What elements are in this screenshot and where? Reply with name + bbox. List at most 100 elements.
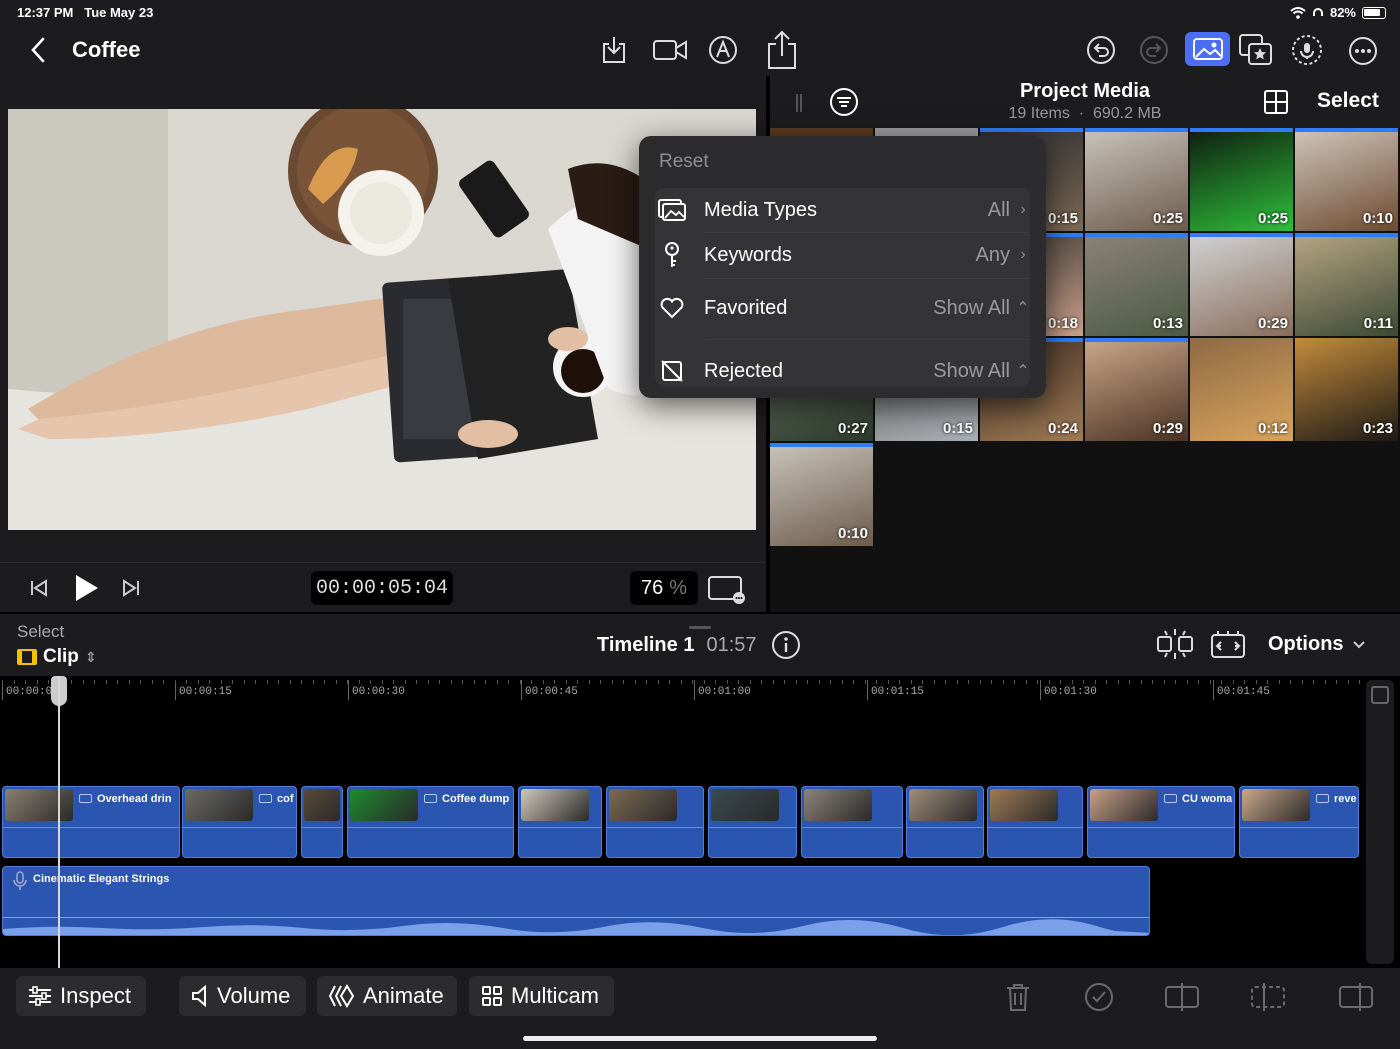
- playhead[interactable]: [58, 676, 60, 968]
- volume-button[interactable]: Volume: [179, 976, 306, 1016]
- skip-back-button[interactable]: [28, 577, 50, 599]
- undo-button[interactable]: [1085, 34, 1117, 66]
- scene-removal-button[interactable]: [1154, 626, 1196, 662]
- timeline-clip[interactable]: CU woma: [1087, 786, 1235, 858]
- markup-button[interactable]: [706, 34, 740, 66]
- back-button[interactable]: [26, 36, 50, 64]
- ruler-minor-tick: [278, 680, 279, 684]
- trim-end-button[interactable]: [1338, 982, 1374, 1017]
- select-button[interactable]: Select: [1317, 89, 1379, 113]
- ruler-minor-tick: [508, 680, 509, 684]
- ruler-minor-tick: [634, 680, 636, 684]
- skip-to-end-icon: [123, 579, 139, 597]
- media-thumbnail[interactable]: 0:12: [1190, 338, 1293, 441]
- import-button[interactable]: [598, 34, 630, 66]
- filter-row-favorited[interactable]: Favorited Show All ⌃: [655, 292, 1030, 324]
- browser-library-button[interactable]: [1236, 32, 1276, 68]
- timeline-duration: 01:57: [706, 634, 757, 656]
- ruler-minor-tick: [1025, 680, 1027, 684]
- more-button[interactable]: [1346, 34, 1380, 68]
- play-button[interactable]: [70, 572, 102, 604]
- media-thumbnail[interactable]: 0:23: [1295, 338, 1398, 441]
- timeline-clip[interactable]: [906, 786, 984, 858]
- thumbnail-duration: 0:12: [1257, 420, 1288, 437]
- undo-icon: [1087, 36, 1115, 64]
- media-thumbnail[interactable]: [770, 128, 873, 136]
- timeline-clip[interactable]: [708, 786, 797, 858]
- media-thumbnail[interactable]: 0:25: [1190, 128, 1293, 231]
- timeline-tracks[interactable]: Overhead drin cof Coffee dump CU woma reve C…: [0, 706, 1362, 968]
- key-icon: [665, 242, 679, 267]
- options-menu[interactable]: Options: [1268, 633, 1366, 656]
- media-thumbnail[interactable]: 0:13: [1085, 233, 1188, 336]
- media-thumbnail[interactable]: 0:25: [1085, 128, 1188, 231]
- chevron-updown-icon: ⇕: [84, 648, 97, 665]
- ruler-minor-tick: [174, 680, 176, 684]
- ruler-minor-tick: [1048, 680, 1050, 684]
- timeline-clip[interactable]: Overhead drin: [2, 786, 180, 858]
- ruler-minor-tick: [864, 680, 866, 684]
- ruler-minor-tick: [1267, 680, 1268, 684]
- media-thumbnail[interactable]: 0:11: [1295, 233, 1398, 336]
- media-thumbnail[interactable]: 0:10: [770, 443, 873, 546]
- timeline-clip[interactable]: [301, 786, 343, 858]
- reset-button[interactable]: Reset: [659, 151, 709, 173]
- voiceover-button[interactable]: [1290, 32, 1324, 68]
- audio-clip[interactable]: Cinematic Elegant Strings: [2, 866, 1150, 936]
- used-indicator: [980, 128, 1083, 132]
- timeline-ruler[interactable]: 00:00:00 00:00:15 00:00:30 00:00:45 00:01:00…: [0, 676, 1362, 706]
- skip-forward-button[interactable]: [120, 577, 142, 599]
- animate-button[interactable]: Animate: [317, 976, 457, 1016]
- home-indicator[interactable]: [523, 1036, 877, 1041]
- timeline-clip[interactable]: [987, 786, 1083, 858]
- redo-button[interactable]: [1138, 34, 1170, 66]
- filter-row-keywords[interactable]: Keywords Any ›: [655, 239, 1030, 271]
- media-thumbnail[interactable]: [875, 128, 978, 136]
- ruler-minor-tick: [784, 680, 785, 684]
- ruler-minor-tick: [1336, 680, 1337, 684]
- ruler-minor-tick: [312, 680, 314, 684]
- photos-icon: [658, 199, 686, 221]
- info-button[interactable]: [770, 629, 802, 661]
- timeline-clip[interactable]: [518, 786, 602, 858]
- resize-handle[interactable]: [689, 626, 711, 629]
- ruler-minor-tick: [968, 680, 969, 684]
- snapping-button[interactable]: [1208, 626, 1248, 662]
- media-thumbnail[interactable]: 0:29: [1190, 233, 1293, 336]
- inspect-button[interactable]: Inspect: [16, 976, 146, 1016]
- filter-value: Any: [975, 243, 1010, 266]
- camera-button[interactable]: [650, 34, 690, 66]
- ruler-minor-tick: [370, 680, 371, 684]
- grid-view-button[interactable]: [1262, 88, 1290, 116]
- timeline-clip[interactable]: Coffee dump: [347, 786, 514, 858]
- timeline-clip[interactable]: cof: [182, 786, 297, 858]
- ruler-minor-tick: [289, 680, 291, 684]
- timeline-header: Select Clip ⇕ Timeline 1 01:57 Options: [0, 614, 1400, 676]
- delete-button[interactable]: [1004, 982, 1032, 1017]
- zoom-control[interactable]: 76 %: [630, 571, 698, 605]
- project-title: Coffee: [72, 37, 141, 62]
- multicam-button[interactable]: Multicam: [469, 976, 614, 1016]
- media-thumbnail[interactable]: 0:29: [1085, 338, 1188, 441]
- play-icon: [76, 575, 98, 601]
- share-button[interactable]: [762, 28, 802, 72]
- selection-mode-picker[interactable]: Clip ⇕: [17, 646, 97, 668]
- filter-row-rejected[interactable]: Rejected Show All ⌃: [655, 355, 1030, 387]
- ruler-minor-tick: [1221, 680, 1222, 684]
- trim-start-button[interactable]: [1250, 982, 1286, 1017]
- media-thumbnail[interactable]: 0:10: [1295, 128, 1398, 231]
- ruler-minor-tick: [151, 680, 153, 684]
- split-button[interactable]: [1164, 982, 1200, 1017]
- timeline-clip[interactable]: [606, 786, 704, 858]
- filter-row-media-types[interactable]: Media Types All ›: [655, 194, 1030, 226]
- thumbnail-duration: 0:11: [1363, 315, 1393, 332]
- media-browser-toggle[interactable]: [1185, 32, 1230, 66]
- ruler-minor-tick: [243, 680, 245, 684]
- timeline-scroll-zoom[interactable]: [1366, 680, 1394, 964]
- timecode-display[interactable]: 00:00:05:04: [311, 571, 453, 605]
- timeline-clip[interactable]: [801, 786, 903, 858]
- viewer-options-button[interactable]: [706, 573, 748, 605]
- ruler-minor-tick: [416, 680, 417, 684]
- checkmark-button[interactable]: [1084, 982, 1114, 1017]
- timeline-clip[interactable]: reve: [1239, 786, 1359, 858]
